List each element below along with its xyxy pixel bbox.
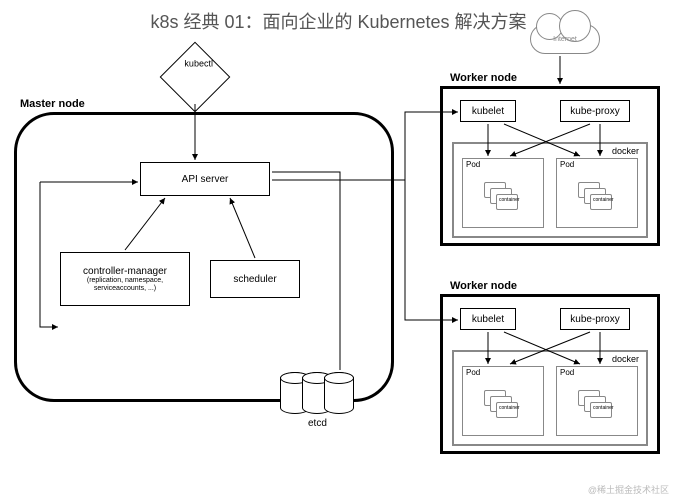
containers-1b: container: [578, 182, 616, 210]
cm-subtitle: (replication, namespace, serviceaccounts…: [61, 277, 189, 292]
watermark: @稀土掘金技术社区: [588, 483, 669, 496]
pod-label-2b: Pod: [560, 368, 574, 377]
diagram-canvas: Internet kubectl Master node API server …: [0, 32, 677, 500]
containers-2b: container: [578, 390, 616, 418]
containers-2a: container: [484, 390, 522, 418]
worker1-label: Worker node: [450, 72, 517, 84]
worker2-label: Worker node: [450, 280, 517, 292]
kubectl-diamond: kubectl: [160, 42, 231, 113]
internet-cloud: Internet: [530, 24, 600, 54]
master-label: Master node: [20, 98, 85, 110]
etcd-label: etcd: [308, 418, 327, 429]
kubeproxy-box-1: kube-proxy: [560, 100, 630, 122]
scheduler-box: scheduler: [210, 260, 300, 298]
docker-label-2: docker: [612, 354, 639, 364]
containers-1a: container: [484, 182, 522, 210]
api-server-box: API server: [140, 162, 270, 196]
kubelet-box-1: kubelet: [460, 100, 516, 122]
pod-label-1b: Pod: [560, 160, 574, 169]
kubelet-box-2: kubelet: [460, 308, 516, 330]
cm-title: controller-manager: [83, 266, 167, 277]
kubeproxy-box-2: kube-proxy: [560, 308, 630, 330]
etcd-cylinder: [324, 372, 354, 414]
controller-manager-box: controller-manager (replication, namespa…: [60, 252, 190, 306]
pod-label-2a: Pod: [466, 368, 480, 377]
docker-label-1: docker: [612, 146, 639, 156]
pod-label-1a: Pod: [466, 160, 480, 169]
